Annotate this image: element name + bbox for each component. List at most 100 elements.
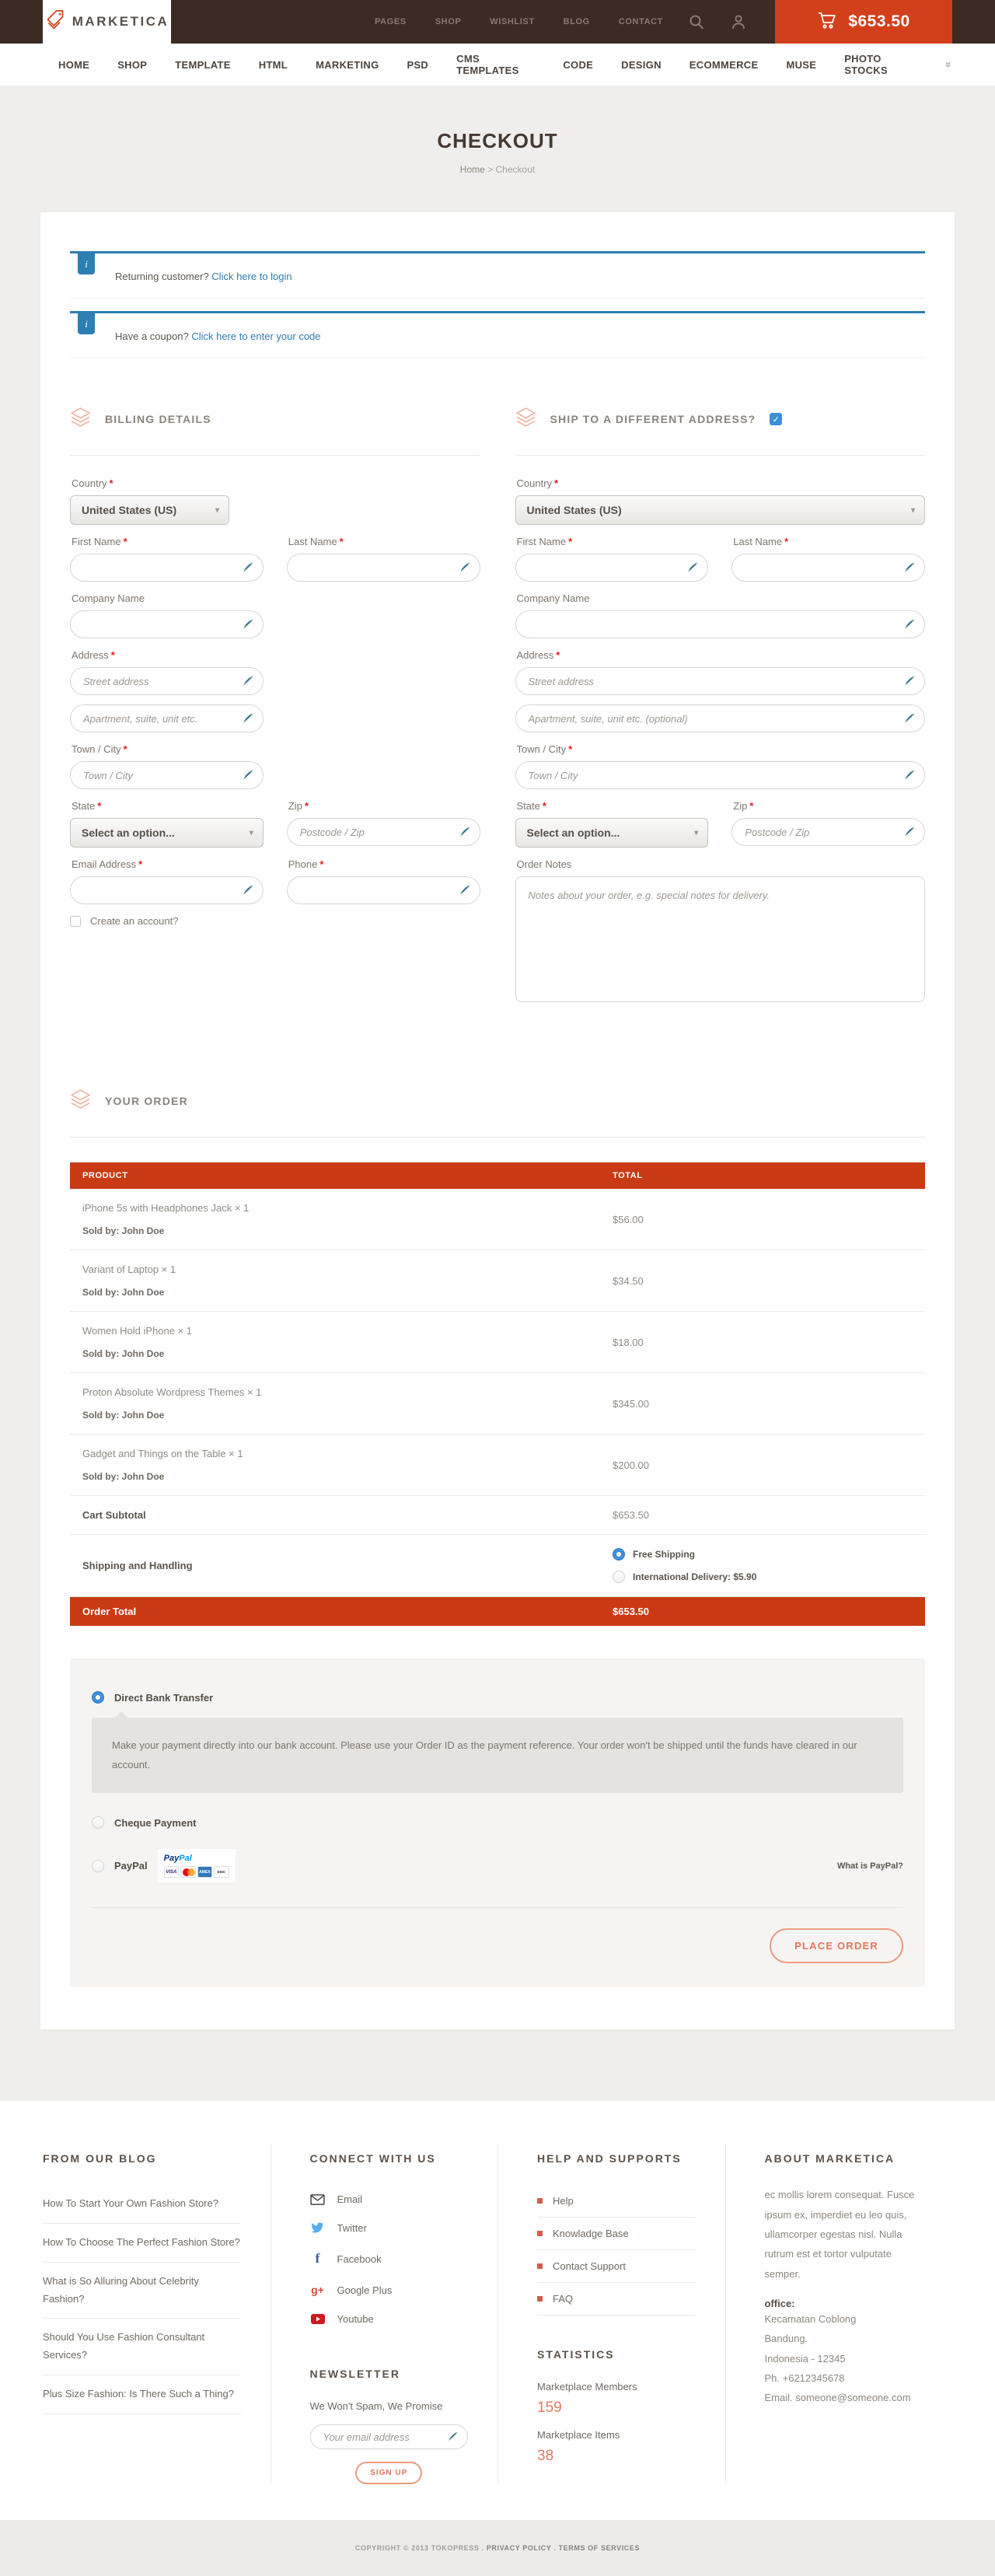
signup-button[interactable]: SIGN UP <box>355 2462 422 2484</box>
user-account-icon[interactable] <box>730 13 747 30</box>
blog-post-link[interactable]: Should You Use Fashion Consultant Servic… <box>43 2319 241 2375</box>
pen-icon <box>242 712 254 725</box>
menu-item-psd[interactable]: PSD <box>407 59 428 71</box>
help-link[interactable]: Help <box>537 2185 696 2218</box>
ship-different-address-checkbox[interactable]: ✓ <box>770 413 782 425</box>
twitter-link[interactable]: Twitter <box>310 2214 469 2242</box>
menu-item-ecommerce[interactable]: ECOMMERCE <box>690 59 759 71</box>
international-delivery-radio[interactable] <box>613 1571 625 1583</box>
newsletter-email-input[interactable] <box>310 2424 469 2449</box>
paypal-radio[interactable] <box>92 1860 104 1872</box>
help-column-title: HELP AND SUPPORTS <box>537 2152 696 2165</box>
paypal-cards-image: PayPal VISA AMEX DISC <box>158 1849 236 1882</box>
shipping-state-select[interactable]: Select an option... ▾ <box>515 818 709 848</box>
select-arrow-icon: ▾ <box>903 506 915 515</box>
menu-item-home[interactable]: HOME <box>58 59 89 71</box>
terms-link[interactable]: TERMS OF SERVICES <box>559 2544 641 2552</box>
place-order-button[interactable]: PLACE ORDER <box>770 1928 903 1963</box>
email-link[interactable]: Email <box>310 2185 469 2214</box>
shipping-last-name-input[interactable] <box>731 554 925 582</box>
order-notes-textarea[interactable] <box>515 876 926 1002</box>
billing-state-select[interactable]: Select an option... ▾ <box>70 818 264 848</box>
item-name: Women Hold iPhone × 1 <box>82 1325 588 1337</box>
blog-post-link[interactable]: What is So Alluring About Celebrity Fash… <box>43 2263 241 2319</box>
billing-first-name-input[interactable] <box>70 554 264 582</box>
blog-post-link[interactable]: How To Choose The Perfect Fashion Store? <box>43 2224 241 2263</box>
chevron-down-icon[interactable]: » <box>943 61 955 68</box>
billing-country-label: Country* <box>72 477 480 489</box>
direct-bank-transfer-label: Direct Bank Transfer <box>114 1692 213 1704</box>
shipping-country-select[interactable]: United States (US) ▾ <box>515 495 926 525</box>
shipping-first-name-input[interactable] <box>515 554 709 582</box>
youtube-link[interactable]: Youtube <box>310 2305 469 2333</box>
table-row: Gadget and Things on the Table × 1 Sold … <box>70 1435 925 1496</box>
pen-icon <box>903 769 916 781</box>
menu-item-muse[interactable]: MUSE <box>786 59 816 71</box>
billing-email-input[interactable] <box>70 876 264 904</box>
shipping-town-input[interactable] <box>515 761 926 789</box>
billing-zip-input[interactable] <box>287 818 480 846</box>
bank-transfer-description: Make your payment directly into our bank… <box>92 1718 903 1793</box>
create-account-checkbox[interactable] <box>70 916 81 927</box>
blog-post-link[interactable]: Plus Size Fashion: Is There Such a Thing… <box>43 2375 241 2414</box>
top-nav-shop[interactable]: SHOP <box>435 17 462 26</box>
shipping-address1-input[interactable] <box>515 667 926 695</box>
shipping-zip-input[interactable] <box>731 818 925 846</box>
marketplace-members-label: Marketplace Members <box>537 2381 696 2392</box>
login-notice: i Returning customer? Click here to logi… <box>70 251 925 299</box>
search-icon[interactable] <box>688 13 705 30</box>
menu-item-shop[interactable]: SHOP <box>117 59 147 71</box>
menu-item-code[interactable]: CODE <box>563 59 593 71</box>
pen-icon <box>903 826 916 838</box>
menu-item-marketing[interactable]: MARKETING <box>316 59 379 71</box>
shipping-company-input[interactable] <box>515 610 926 638</box>
shipping-title: SHIP TO A DIFFERENT ADDRESS? <box>550 413 756 425</box>
item-seller: Sold by: John Doe <box>82 1225 588 1236</box>
top-nav-blog[interactable]: BLOG <box>564 17 590 26</box>
free-shipping-radio[interactable] <box>613 1548 625 1561</box>
coupon-link[interactable]: Click here to enter your code <box>191 330 320 342</box>
menu-item-html[interactable]: HTML <box>259 59 288 71</box>
faq-link[interactable]: FAQ <box>537 2283 696 2316</box>
item-seller: Sold by: John Doe <box>82 1410 588 1421</box>
billing-phone-input[interactable] <box>287 876 480 904</box>
menu-item-design[interactable]: DESIGN <box>621 59 662 71</box>
menu-item-cms-templates[interactable]: CMS TEMPLATES <box>456 53 535 76</box>
google-plus-link[interactable]: g+ Google Plus <box>310 2275 469 2305</box>
shipping-first-name-label: First Name* <box>517 536 709 547</box>
blog-post-link[interactable]: How To Start Your Own Fashion Store? <box>43 2185 241 2224</box>
breadcrumb-home[interactable]: Home <box>460 164 485 175</box>
brand-name: MARKETICA <box>72 14 169 30</box>
contact-support-link[interactable]: Contact Support <box>537 2250 696 2283</box>
menu-item-photo-stocks[interactable]: PHOTO STOCKS <box>844 53 918 76</box>
billing-last-name-input[interactable] <box>287 554 480 582</box>
billing-country-select[interactable]: United States (US) ▾ <box>70 495 229 525</box>
knowledge-base-link[interactable]: Knowladge Base <box>537 2218 696 2250</box>
pen-icon <box>242 618 254 631</box>
logo[interactable]: MARKETICA <box>43 0 171 44</box>
billing-address2-input[interactable] <box>70 704 264 732</box>
billing-town-input[interactable] <box>70 761 264 789</box>
privacy-policy-link[interactable]: PRIVACY POLICY <box>487 2544 551 2552</box>
table-row: Variant of Laptop × 1 Sold by: John Doe … <box>70 1250 925 1312</box>
discover-card-icon: DISC <box>214 1866 229 1878</box>
top-nav-wishlist[interactable]: WISHLIST <box>490 17 534 26</box>
cart-button[interactable]: $653.50 <box>775 0 952 44</box>
what-is-paypal-link[interactable]: What is PayPal? <box>837 1861 903 1871</box>
menu-item-template[interactable]: TEMPLATE <box>175 59 231 71</box>
cheque-payment-radio[interactable] <box>92 1816 104 1829</box>
free-shipping-label: Free Shipping <box>633 1549 695 1560</box>
google-plus-icon: g+ <box>310 2284 326 2296</box>
top-nav-pages[interactable]: PAGES <box>375 17 407 26</box>
billing-address1-input[interactable] <box>70 667 264 695</box>
login-link[interactable]: Click here to login <box>211 271 292 282</box>
direct-bank-transfer-radio[interactable] <box>92 1691 104 1704</box>
shipping-address2-input[interactable] <box>515 704 926 732</box>
top-nav-contact[interactable]: CONTACT <box>619 17 663 26</box>
shipping-zip-label: Zip* <box>733 800 925 812</box>
item-name: Gadget and Things on the Table × 1 <box>82 1448 588 1459</box>
breadcrumb-separator: > <box>487 164 493 175</box>
billing-company-input[interactable] <box>70 610 264 638</box>
divider <box>92 1907 903 1908</box>
facebook-link[interactable]: f Facebook <box>310 2242 469 2275</box>
